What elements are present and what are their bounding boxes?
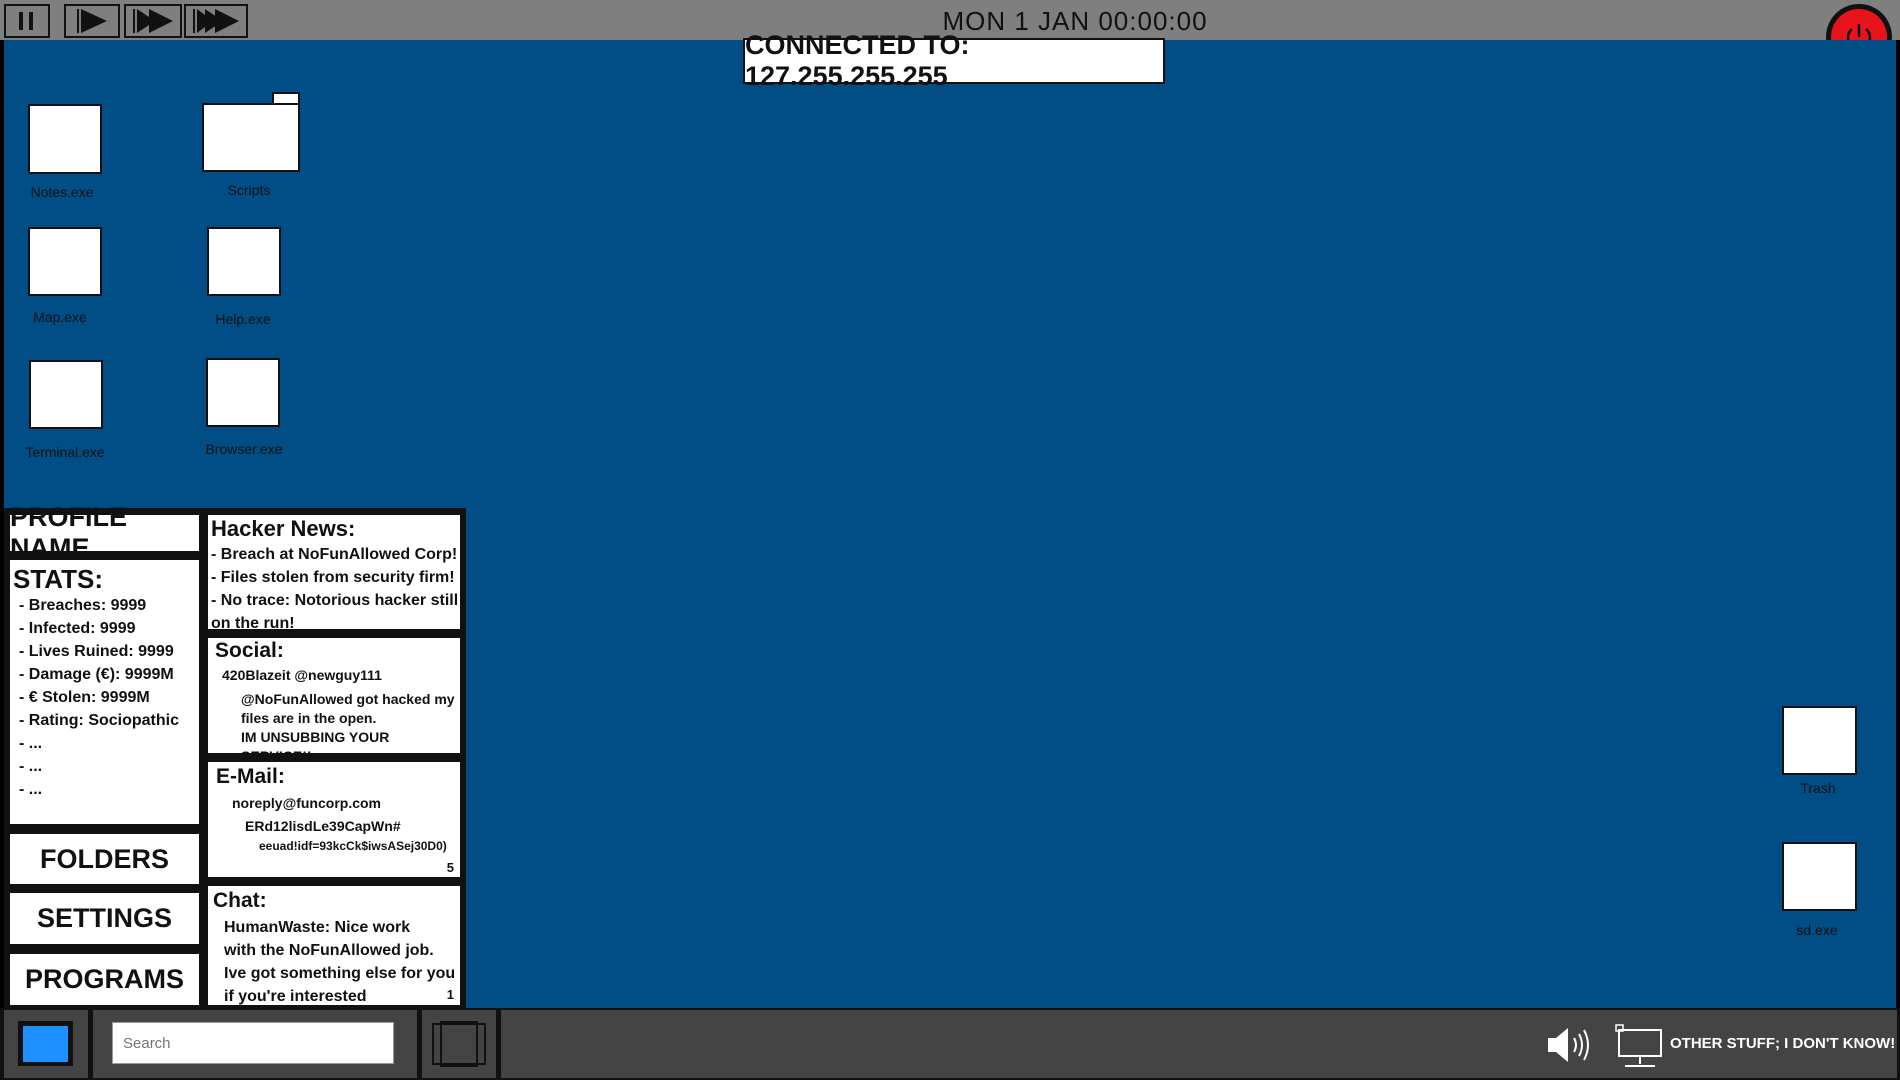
news-item[interactable]: - Files stolen from security firm!: [211, 566, 460, 589]
stat-rating: - Rating: Sociopathic: [19, 712, 179, 729]
stat-lives-ruined: - Lives Ruined: 9999: [19, 643, 174, 660]
email-box: E-Mail: noreply@funcorp.com ERd12lisdLe3…: [206, 760, 462, 879]
chat-line: with the NoFunAllowed job.: [224, 942, 434, 959]
stats-title: STATS:: [13, 564, 104, 594]
network-monitor-icon: [1615, 1024, 1662, 1067]
stat-breaches: - Breaches: 9999: [19, 597, 147, 614]
stat-damage: - Damage (€): 9999M: [19, 666, 174, 683]
trash-label: Trash: [1800, 780, 1836, 796]
news-item[interactable]: on the run!: [211, 612, 460, 635]
social-post-line: @NoFunAllowed got hacked my: [241, 691, 455, 707]
map-app-label: Map.exe: [33, 309, 87, 325]
scripts-folder-icon[interactable]: [202, 92, 300, 172]
scripts-folder-label: Scripts: [227, 182, 271, 198]
status-text: OTHER STUFF; I DON'T KNOW!: [1670, 1035, 1896, 1052]
email-line: ERd12lisdLe39CapWn#: [245, 818, 401, 834]
stat-more: - ...: [19, 781, 43, 798]
news-item[interactable]: - Breach at NoFunAllowed Corp!: [211, 543, 460, 566]
trash-icon[interactable]: [1782, 706, 1857, 775]
play-button[interactable]: [64, 4, 120, 38]
help-app-icon[interactable]: [207, 227, 281, 296]
fastest-forward-button[interactable]: [184, 4, 248, 38]
network-button[interactable]: [1615, 1024, 1665, 1070]
sd-app-icon[interactable]: [1782, 842, 1857, 911]
start-button[interactable]: [18, 1021, 73, 1066]
chat-message[interactable]: HumanWaste: Nice work with the NoFunAllo…: [213, 916, 460, 1008]
news-title: Hacker News:: [211, 516, 356, 541]
social-post-line: files are in the open.: [241, 710, 377, 726]
chat-line: if you're interested: [224, 988, 367, 1005]
folders-button[interactable]: FOLDERS: [8, 832, 201, 886]
stat-infected: - Infected: 9999: [19, 620, 136, 637]
social-author[interactable]: 420Blazeit @newguy111: [215, 664, 460, 686]
settings-button[interactable]: SETTINGS: [8, 891, 201, 946]
search-input[interactable]: [112, 1022, 394, 1064]
task-view-icon: [432, 1021, 486, 1067]
stat-stolen: - € Stolen: 9999M: [19, 689, 150, 706]
volume-button[interactable]: [1546, 1024, 1596, 1066]
play-icon: [77, 9, 107, 33]
social-title: Social:: [215, 639, 284, 662]
stat-more: - ...: [19, 735, 43, 752]
terminal-app-label: Terminal.exe: [25, 444, 105, 460]
fast-forward-icon: [133, 9, 173, 33]
stats-list: - Breaches: 9999 - Infected: 9999 - Live…: [13, 594, 199, 801]
notes-app-icon[interactable]: [28, 104, 102, 174]
sd-app-label: sd.exe: [1796, 922, 1838, 938]
profile-name-box: PROFILE NAME: [8, 502, 201, 563]
map-app-icon[interactable]: [28, 227, 102, 296]
terminal-app-icon[interactable]: [29, 360, 103, 429]
chat-count-badge: 1: [446, 987, 454, 1002]
pause-button[interactable]: [4, 4, 50, 38]
profile-name: PROFILE NAME: [10, 502, 128, 563]
speaker-icon: [1548, 1028, 1589, 1062]
social-post: @NoFunAllowed got hacked my files are in…: [215, 686, 460, 766]
email-count-badge: 5: [446, 860, 454, 875]
programs-button[interactable]: PROGRAMS: [8, 952, 201, 1007]
hacker-news-box: Hacker News: - Breach at NoFunAllowed Co…: [206, 513, 462, 632]
news-item[interactable]: - No trace: Notorious hacker still: [211, 589, 460, 612]
social-box: Social: 420Blazeit @newguy111 @NoFunAllo…: [206, 636, 462, 764]
fastest-forward-icon: [193, 9, 239, 33]
browser-app-icon[interactable]: [206, 358, 280, 427]
folder-body: [202, 103, 300, 172]
chat-line: Ive got something else for you: [224, 965, 456, 982]
chat-box: Chat: HumanWaste: Nice work with the NoF…: [206, 884, 462, 1007]
help-app-label: Help.exe: [215, 311, 271, 327]
pause-icon: [19, 12, 33, 30]
email-sender[interactable]: noreply@funcorp.com: [216, 792, 460, 814]
stats-box: STATS: - Breaches: 9999 - Infected: 9999…: [8, 558, 201, 826]
chat-title: Chat:: [213, 889, 267, 912]
fast-forward-button[interactable]: [124, 4, 182, 38]
notes-app-label: Notes.exe: [30, 184, 94, 200]
task-view-button[interactable]: [422, 1010, 496, 1078]
email-title: E-Mail:: [216, 765, 285, 788]
start-icon: [23, 1025, 68, 1062]
chat-line: HumanWaste: Nice work: [224, 919, 411, 936]
email-line: eeuad!idf=93kcCk$iwsASej30D0): [259, 839, 447, 853]
browser-app-label: Browser.exe: [205, 441, 283, 457]
stat-more: - ...: [19, 758, 43, 775]
connection-status: CONNECTED TO: 127.255.255.255: [743, 30, 1165, 91]
